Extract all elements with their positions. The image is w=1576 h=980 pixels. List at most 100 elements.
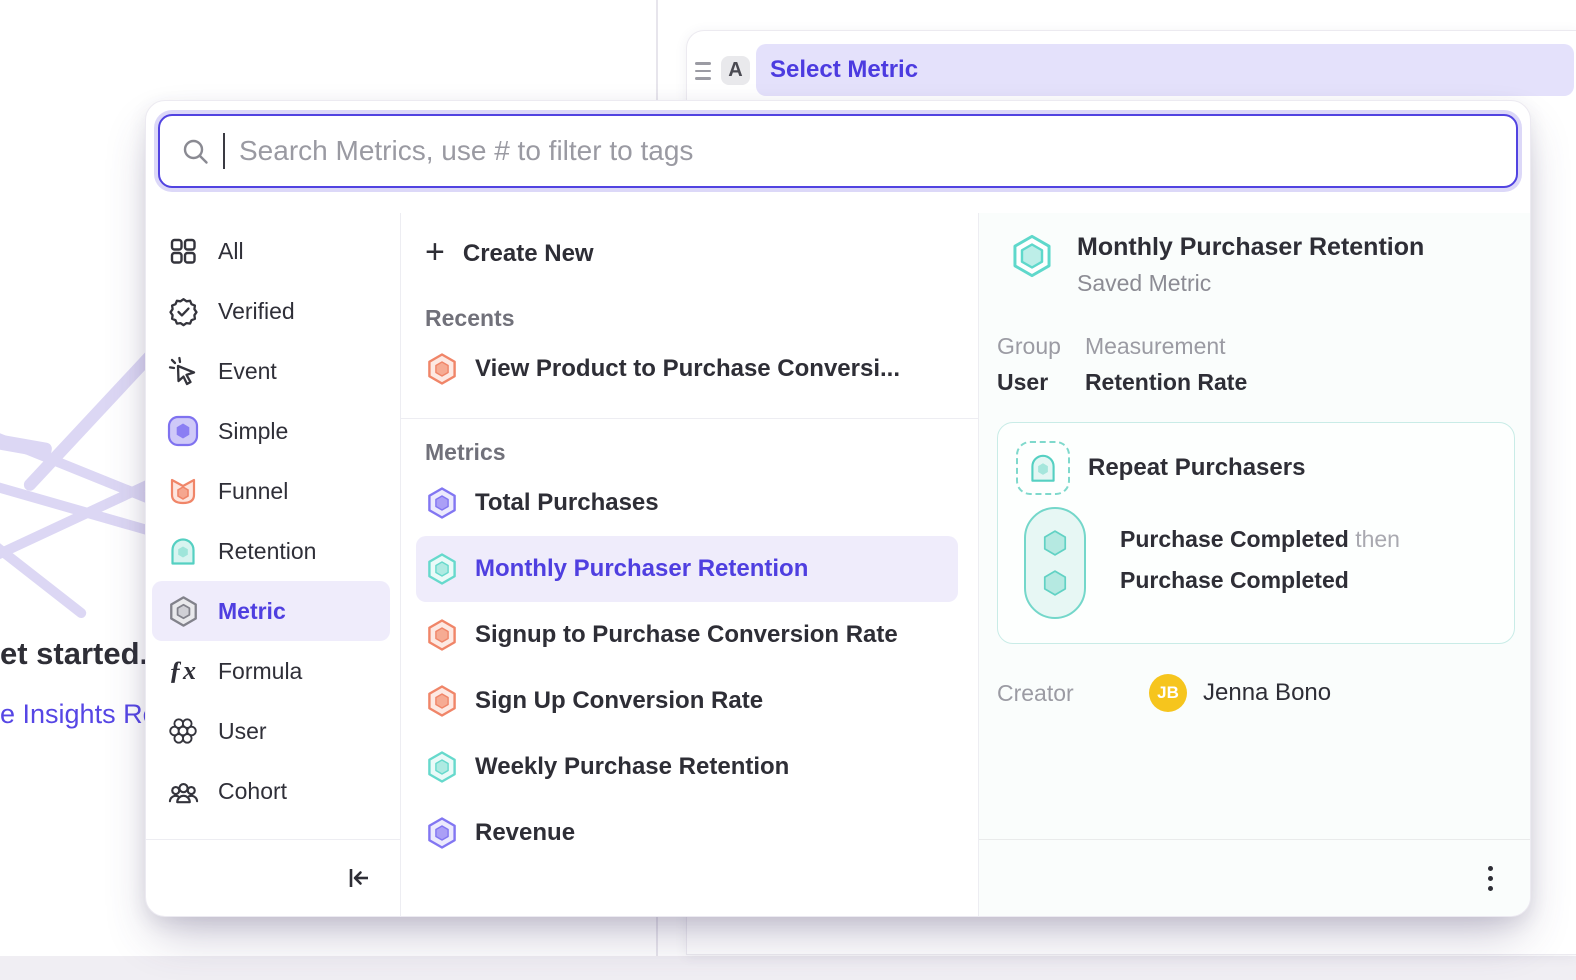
metric-item-label: Total Purchases <box>475 489 659 517</box>
sidebar-item-label: Funnel <box>218 478 288 505</box>
cohort-people-icon <box>166 775 200 808</box>
metric-item-label: Monthly Purchaser Retention <box>475 555 808 583</box>
meta-value: User <box>997 369 1061 396</box>
formula-fx-icon: ƒx <box>166 656 200 686</box>
metrics-section-label: Metrics <box>401 419 978 470</box>
metric-query-row: A Select Metric <box>687 31 1576 96</box>
plus-icon: + <box>425 235 445 269</box>
meta-value: Retention Rate <box>1085 369 1247 396</box>
sidebar-item-user[interactable]: User <box>152 701 390 761</box>
funnel-metric-hexagon-icon <box>425 684 459 718</box>
sidebar-item-label: Verified <box>218 298 295 325</box>
event-metric-hexagon-icon <box>425 816 459 850</box>
funnel-metric-hexagon-icon <box>425 352 459 386</box>
kebab-menu-icon[interactable] <box>1482 860 1499 897</box>
saved-metric-hexagon-icon <box>1009 233 1055 279</box>
metric-detail-panel: Monthly Purchaser Retention Saved Metric… <box>979 213 1531 916</box>
retention-definition-icon <box>1016 441 1070 495</box>
collapse-left-icon[interactable] <box>344 864 372 892</box>
retention-metric-hexagon-icon <box>425 750 459 784</box>
detail-meta: Group User Measurement Retention Rate <box>995 333 1515 396</box>
sidebar-item-label: Simple <box>218 418 288 445</box>
sidebar-item-label: Cohort <box>218 778 287 805</box>
drag-handle-icon[interactable] <box>691 60 715 80</box>
metric-item-revenue[interactable]: Revenue <box>416 800 958 866</box>
creator-name: Jenna Bono <box>1203 679 1331 707</box>
metric-item-label: Weekly Purchase Retention <box>475 753 789 781</box>
metric-hexagon-icon <box>166 595 200 628</box>
sidebar-item-cohort[interactable]: Cohort <box>152 761 390 821</box>
creator-avatar: JB <box>1149 674 1187 712</box>
search-input[interactable] <box>239 135 1494 167</box>
select-metric-dropdown[interactable]: Select Metric <box>756 44 1574 96</box>
recent-item[interactable]: View Product to Purchase Conversi... <box>416 336 958 402</box>
detail-header: Monthly Purchaser Retention Saved Metric <box>995 233 1515 297</box>
definition-card: Repeat Purchasers <box>997 422 1515 644</box>
sidebar-item-label: User <box>218 718 267 745</box>
background-headline-fragment: et started. <box>0 636 148 672</box>
row-letter-badge: A <box>721 56 750 85</box>
grid-icon <box>166 236 200 266</box>
sidebar-item-event[interactable]: Event <box>152 341 390 401</box>
background-insights-link-fragment[interactable]: e Insights Re <box>0 699 158 730</box>
create-new-button[interactable]: + Create New <box>401 223 978 285</box>
select-metric-label: Select Metric <box>770 56 918 84</box>
sidebar-item-metric[interactable]: Metric <box>152 581 390 641</box>
sidebar-item-all[interactable]: All <box>152 221 390 281</box>
retention-arch-icon <box>166 535 200 567</box>
category-sidebar: All Verified <box>146 213 401 916</box>
sidebar-item-funnel[interactable]: Funnel <box>152 461 390 521</box>
metric-item-total-purchases[interactable]: Total Purchases <box>416 470 958 536</box>
search-icon <box>182 138 209 165</box>
definition-title: Repeat Purchasers <box>1088 454 1305 482</box>
search-bar[interactable] <box>158 114 1518 188</box>
metric-item-label: Sign Up Conversion Rate <box>475 687 763 715</box>
sidebar-item-label: Retention <box>218 538 316 565</box>
meta-group: Group User <box>997 333 1061 396</box>
sidebar-item-label: Formula <box>218 658 302 685</box>
creator-row: Creator JB Jenna Bono <box>995 674 1515 712</box>
step-hexagon-icon <box>1041 569 1069 597</box>
cursor-click-icon <box>166 355 200 387</box>
step-2-event: Purchase Completed <box>1120 567 1349 593</box>
detail-subtitle: Saved Metric <box>1077 270 1424 297</box>
metric-item-weekly-purchase-retention[interactable]: Weekly Purchase Retention <box>416 734 958 800</box>
sidebar-item-label: Metric <box>218 598 286 625</box>
event-metric-hexagon-icon <box>425 486 459 520</box>
meta-label: Measurement <box>1085 333 1247 360</box>
metric-picker-modal: All Verified <box>145 100 1531 917</box>
meta-label: Group <box>997 333 1061 360</box>
step-hexagon-icon <box>1041 529 1069 557</box>
metric-item-label: Signup to Purchase Conversion Rate <box>475 621 898 649</box>
metric-item-signup-to-purchase-conversion-rate[interactable]: Signup to Purchase Conversion Rate <box>416 602 958 668</box>
step-1-event: Purchase Completed <box>1120 526 1349 552</box>
sidebar-item-simple[interactable]: Simple <box>152 401 390 461</box>
simple-hexagon-icon <box>166 415 200 447</box>
metric-item-label: Revenue <box>475 819 575 847</box>
detail-title: Monthly Purchaser Retention <box>1077 233 1424 262</box>
verified-badge-icon <box>166 296 200 327</box>
metric-list-column: + Create New Recents View Product to Pur… <box>401 213 979 916</box>
step-connector: then <box>1355 526 1400 552</box>
sidebar-item-formula[interactable]: ƒx Formula <box>152 641 390 701</box>
user-cluster-icon <box>166 715 200 747</box>
sidebar-item-label: All <box>218 238 244 265</box>
text-caret <box>223 133 225 169</box>
page-bottom-strip <box>0 956 1576 980</box>
create-new-label: Create New <box>463 240 594 268</box>
sidebar-footer <box>146 839 400 916</box>
meta-measurement: Measurement Retention Rate <box>1085 333 1247 396</box>
metric-item-sign-up-conversion-rate[interactable]: Sign Up Conversion Rate <box>416 668 958 734</box>
background-line-illustration <box>0 320 160 620</box>
creator-label: Creator <box>997 680 1149 707</box>
funnel-metric-hexagon-icon <box>425 618 459 652</box>
retention-steps-pill <box>1024 507 1086 619</box>
sidebar-item-retention[interactable]: Retention <box>152 521 390 581</box>
recent-item-label: View Product to Purchase Conversi... <box>475 355 900 383</box>
recents-section-label: Recents <box>401 285 978 336</box>
metric-item-monthly-purchaser-retention[interactable]: Monthly Purchaser Retention <box>416 536 958 602</box>
retention-metric-hexagon-icon <box>425 552 459 586</box>
funnel-icon <box>166 475 200 507</box>
detail-footer <box>979 839 1531 916</box>
sidebar-item-verified[interactable]: Verified <box>152 281 390 341</box>
